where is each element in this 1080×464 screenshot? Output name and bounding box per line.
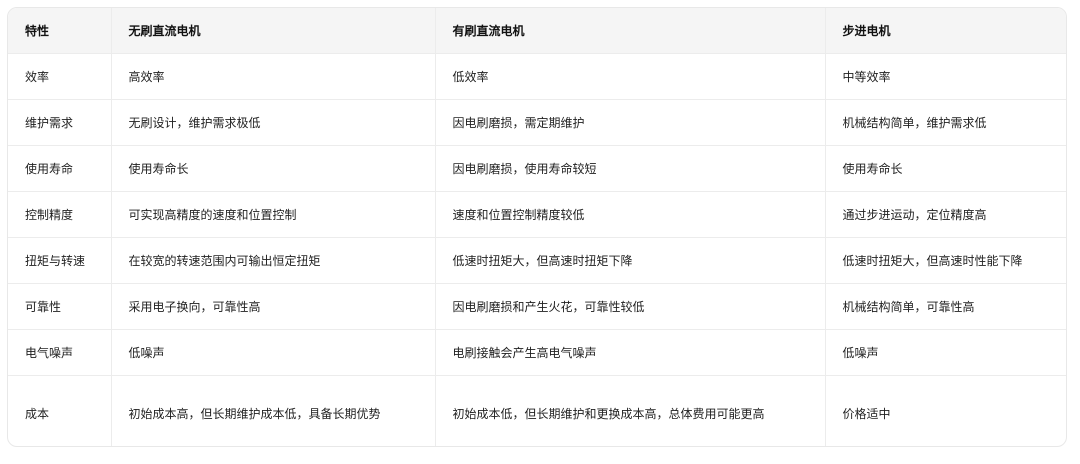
cell-stepper: 使用寿命长 (825, 145, 1066, 192)
cell-brushed: 因电刷磨损和产生火花，可靠性较低 (435, 283, 826, 330)
row-label: 维护需求 (8, 99, 112, 146)
cell-brushless: 采用电子换向，可靠性高 (111, 283, 436, 330)
cell-stepper: 低速时扭矩大，但高速时性能下降 (825, 237, 1066, 284)
table-header-row: 特性 无刷直流电机 有刷直流电机 步进电机 (8, 8, 1066, 54)
cell-brushless: 无刷设计，维护需求极低 (111, 99, 436, 146)
header-brushed-dc: 有刷直流电机 (435, 8, 826, 54)
cell-stepper: 低噪声 (825, 329, 1066, 376)
table-row: 维护需求 无刷设计，维护需求极低 因电刷磨损，需定期维护 机械结构简单，维护需求… (8, 99, 1066, 146)
row-label: 控制精度 (8, 191, 112, 238)
row-label: 效率 (8, 53, 112, 100)
table-row: 效率 高效率 低效率 中等效率 (8, 53, 1066, 100)
cell-stepper: 机械结构简单，维护需求低 (825, 99, 1066, 146)
cell-brushed: 低效率 (435, 53, 826, 100)
cell-stepper: 中等效率 (825, 53, 1066, 100)
cell-stepper: 通过步进运动，定位精度高 (825, 191, 1066, 238)
cell-brushed: 因电刷磨损，使用寿命较短 (435, 145, 826, 192)
cell-brushed: 电刷接触会产生高电气噪声 (435, 329, 826, 376)
cell-brushed: 速度和位置控制精度较低 (435, 191, 826, 238)
table-row: 扭矩与转速 在较宽的转速范围内可输出恒定扭矩 低速时扭矩大，但高速时扭矩下降 低… (8, 237, 1066, 284)
cell-brushed: 初始成本低，但长期维护和更换成本高，总体费用可能更高 (435, 375, 826, 446)
table-row: 成本 初始成本高，但长期维护成本低，具备长期优势 初始成本低，但长期维护和更换成… (8, 375, 1066, 446)
row-label: 电气噪声 (8, 329, 112, 376)
table-row: 电气噪声 低噪声 电刷接触会产生高电气噪声 低噪声 (8, 329, 1066, 376)
cell-brushless: 低噪声 (111, 329, 436, 376)
header-brushless-dc: 无刷直流电机 (111, 8, 436, 54)
header-stepper: 步进电机 (825, 8, 1066, 54)
cell-brushless: 高效率 (111, 53, 436, 100)
cell-brushless: 初始成本高，但长期维护成本低，具备长期优势 (111, 375, 436, 446)
table-row: 可靠性 采用电子换向，可靠性高 因电刷磨损和产生火花，可靠性较低 机械结构简单，… (8, 283, 1066, 330)
cell-brushless: 在较宽的转速范围内可输出恒定扭矩 (111, 237, 436, 284)
cell-stepper: 机械结构简单，可靠性高 (825, 283, 1066, 330)
motor-comparison-table: 特性 无刷直流电机 有刷直流电机 步进电机 效率 高效率 低效率 中等效率 维护… (8, 8, 1066, 446)
table-row: 使用寿命 使用寿命长 因电刷磨损，使用寿命较短 使用寿命长 (8, 145, 1066, 192)
row-label: 使用寿命 (8, 145, 112, 192)
cell-brushless: 使用寿命长 (111, 145, 436, 192)
header-feature: 特性 (8, 8, 112, 54)
row-label: 扭矩与转速 (8, 237, 112, 284)
cell-brushed: 因电刷磨损，需定期维护 (435, 99, 826, 146)
row-label: 可靠性 (8, 283, 112, 330)
cell-stepper: 价格适中 (842, 406, 891, 421)
cell-brushed: 低速时扭矩大，但高速时扭矩下降 (435, 237, 826, 284)
cell-brushless: 可实现高精度的速度和位置控制 (111, 191, 436, 238)
row-label: 成本 (8, 375, 112, 446)
table-row: 控制精度 可实现高精度的速度和位置控制 速度和位置控制精度较低 通过步进运动，定… (8, 191, 1066, 238)
comparison-table-container: 特性 无刷直流电机 有刷直流电机 步进电机 效率 高效率 低效率 中等效率 维护… (7, 7, 1067, 447)
